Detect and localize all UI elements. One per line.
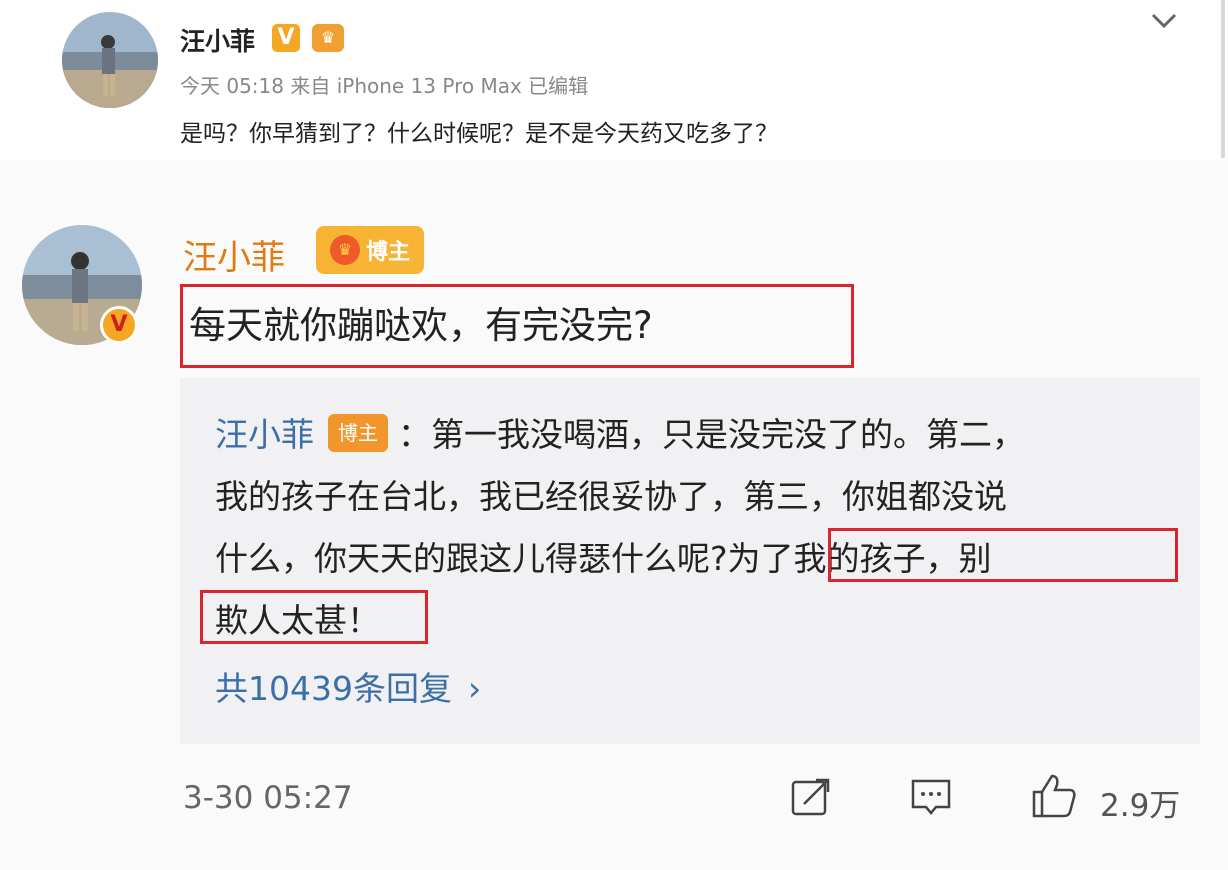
comment-icon[interactable] [910, 776, 952, 818]
verified-icon: V [272, 24, 300, 52]
avatar[interactable] [62, 12, 158, 108]
comment-author[interactable]: 汪小菲 [183, 230, 285, 279]
reply-line-1-text: ：第一我没喝酒，只是没完没了的。第二， [398, 415, 1025, 454]
crown-icon: ♛ [312, 24, 344, 52]
like-count: 2.9万 [1100, 788, 1181, 824]
reply-count: 共10439条回复 [215, 669, 452, 708]
reply-line-1: 汪小菲 博主 ：第一我没喝酒，只是没完没了的。第二， [215, 404, 1175, 466]
highlight-box [828, 528, 1178, 582]
weibo-post: 汪小菲 V ♛ 今天 05:18 来自 iPhone 13 Pro Max 已编… [0, 0, 1228, 160]
post-text: 是吗？你早猜到了？什么时候呢？是不是今天药又吃多了？ [180, 121, 778, 147]
chevron-down-icon[interactable] [1150, 8, 1178, 38]
reply-line-2: 我的孩子在台北，我已经很妥协了，第三，你姐都没说 [215, 477, 1007, 516]
scrollbar[interactable] [1221, 0, 1225, 158]
crown-icon: ♛ [329, 235, 360, 265]
reply-count-link[interactable]: 共10439条回复 › [215, 662, 481, 710]
comment-timestamp: 3-30 05:27 [183, 780, 353, 816]
comment-text: 每天就你蹦哒欢，有完没完? [180, 284, 854, 368]
highlight-box [200, 590, 428, 644]
blogger-badge: ♛ 博主 [316, 226, 424, 274]
badge-label: 博主 [365, 240, 410, 265]
chevron-right-icon: › [467, 669, 482, 708]
reply-author[interactable]: 汪小菲 [215, 415, 314, 454]
share-icon[interactable] [790, 776, 832, 818]
author-name[interactable]: 汪小菲 [180, 22, 255, 58]
blogger-tag: 博主 [328, 413, 388, 452]
post-meta: 今天 05:18 来自 iPhone 13 Pro Max 已编辑 [180, 74, 589, 98]
verified-icon: V [100, 306, 138, 344]
like-icon[interactable] [1030, 772, 1078, 820]
